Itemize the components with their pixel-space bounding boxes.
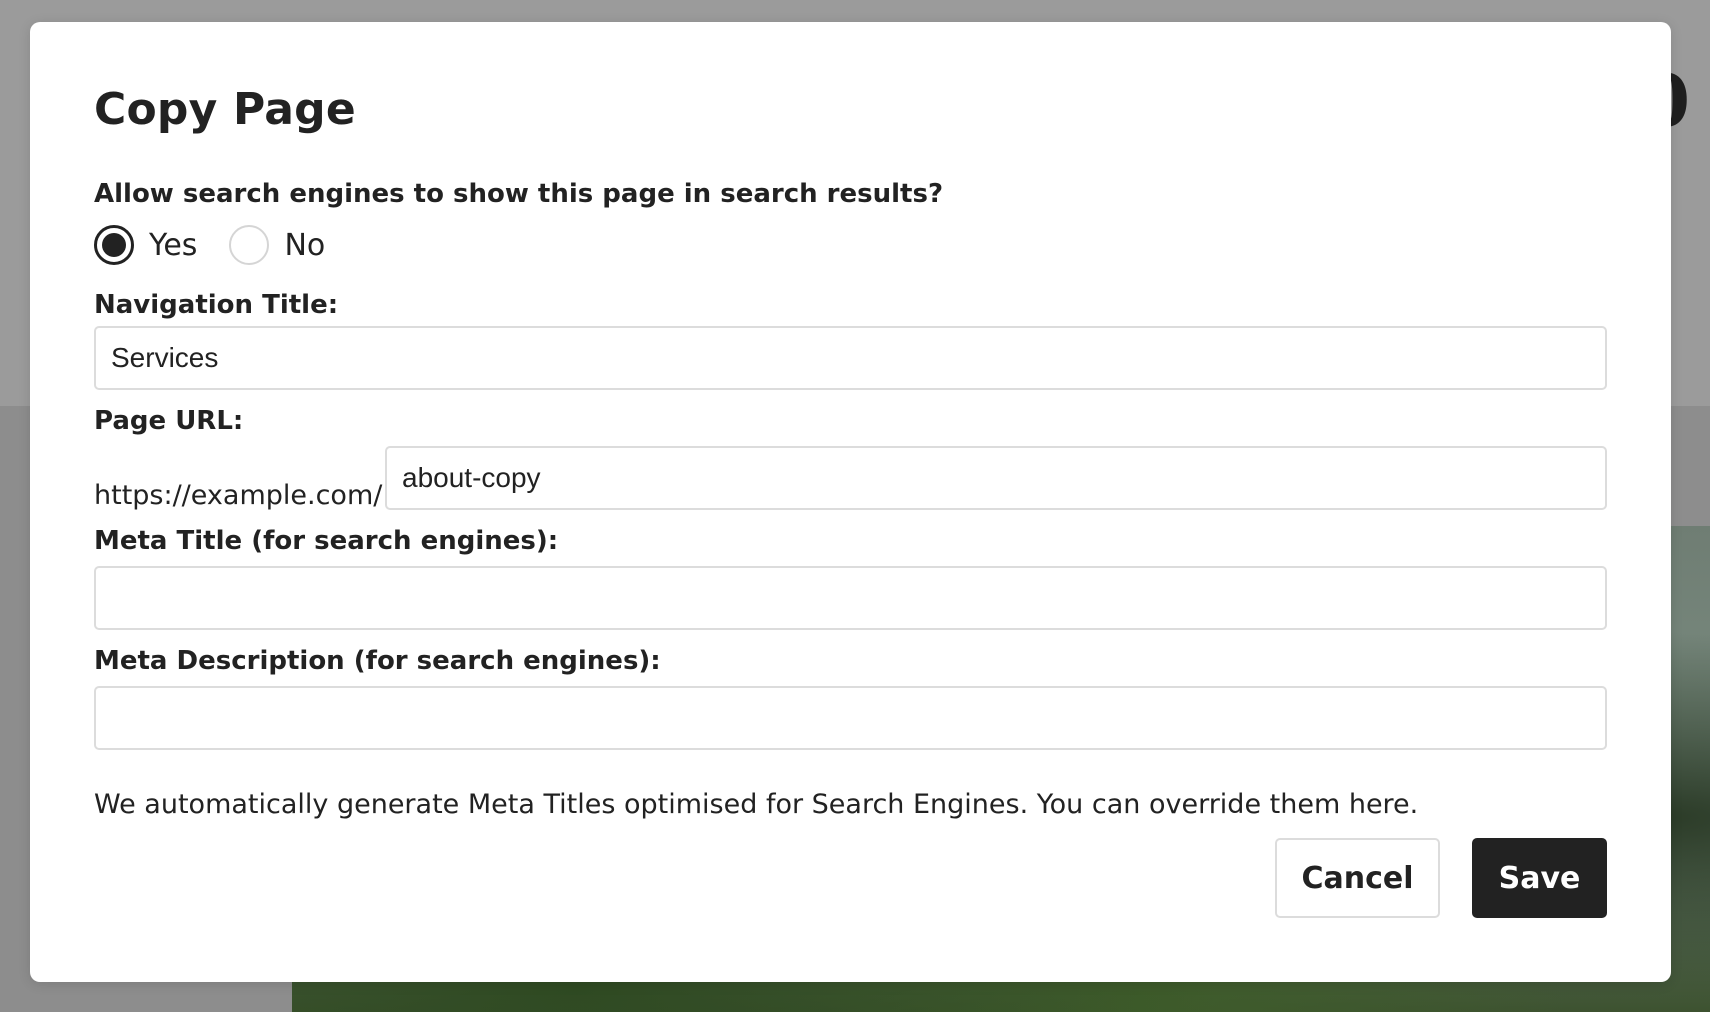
page-url-prefix: https://example.com/ bbox=[94, 480, 383, 511]
navigation-title-input[interactable] bbox=[94, 326, 1607, 390]
meta-help-text: We automatically generate Meta Titles op… bbox=[94, 789, 1419, 820]
cancel-button[interactable]: Cancel bbox=[1275, 838, 1440, 918]
copy-page-dialog: Copy Page Allow search engines to show t… bbox=[30, 22, 1671, 982]
page-url-input[interactable] bbox=[385, 446, 1607, 510]
save-button[interactable]: Save bbox=[1472, 838, 1607, 918]
meta-title-label: Meta Title (for search engines): bbox=[94, 526, 559, 556]
radio-yes-label[interactable]: Yes bbox=[149, 228, 197, 263]
meta-description-label: Meta Description (for search engines): bbox=[94, 646, 661, 676]
radio-yes-button[interactable] bbox=[94, 225, 134, 265]
dialog-title: Copy Page bbox=[94, 84, 356, 135]
radio-no-button[interactable] bbox=[229, 225, 270, 265]
meta-description-input[interactable] bbox=[94, 686, 1607, 750]
navigation-title-label: Navigation Title: bbox=[94, 290, 339, 320]
meta-title-input[interactable] bbox=[94, 566, 1607, 630]
search-visibility-radio-group: Yes No bbox=[94, 224, 357, 266]
page-url-label: Page URL: bbox=[94, 406, 244, 436]
radio-no-label[interactable]: No bbox=[284, 228, 325, 263]
radio-option-no[interactable]: No bbox=[229, 225, 325, 265]
search-visibility-question: Allow search engines to show this page i… bbox=[94, 179, 944, 209]
radio-option-yes[interactable]: Yes bbox=[94, 225, 197, 265]
